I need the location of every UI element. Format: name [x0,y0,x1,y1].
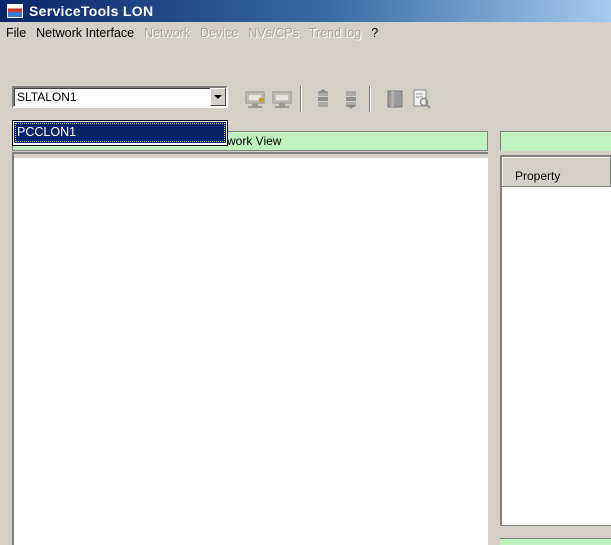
menu-file[interactable]: File [0,23,31,43]
menu-help[interactable]: ? [366,23,383,43]
title-bar[interactable]: ServiceTools LON [0,0,611,22]
toolbar-separator [369,86,371,112]
device-up-button[interactable] [310,86,336,111]
network-interface-combo[interactable]: SLTALON1 [12,86,228,108]
property-status-bar [500,538,611,545]
property-column-header[interactable]: Property [502,157,611,187]
disconnect-network-button[interactable] [270,86,296,111]
network-interface-combo-value: SLTALON1 [17,90,77,104]
menu-bar: File Network Interface Network Device NV… [0,22,611,44]
book-icon [387,90,403,107]
app-window: ServiceTools LON File Network Interface … [0,0,611,545]
panel-splitter[interactable] [488,131,500,545]
disconnect-network-icon [272,91,292,108]
report-preview-button[interactable] [408,86,434,111]
report-preview-icon [413,89,431,109]
menu-trend-log: Trend log [308,26,362,40]
combo-dropdown-button[interactable] [210,88,226,106]
connect-network-button[interactable] [243,86,269,111]
interface-dropdown-list: PCCLON1 [12,120,228,146]
chevron-down-icon [214,95,222,99]
menu-nvs-cps: NVs/CPs [248,26,299,40]
menu-network-interface[interactable]: Network Interface [31,23,139,43]
property-list[interactable]: Property [500,155,611,525]
menu-network: Network [144,26,190,40]
toolbar-separator [300,86,302,112]
properties-header [500,131,611,151]
book-button[interactable] [382,86,408,111]
window-title: ServiceTools LON [29,3,154,19]
network-view-tree[interactable] [12,152,488,545]
connect-network-icon [245,91,265,108]
device-down-icon [346,90,356,109]
device-down-button[interactable] [338,86,364,111]
app-icon[interactable] [7,4,23,18]
interface-option-pcclon1[interactable]: PCCLON1 [14,122,226,143]
menu-device: Device [199,26,239,40]
device-up-icon [318,88,328,107]
